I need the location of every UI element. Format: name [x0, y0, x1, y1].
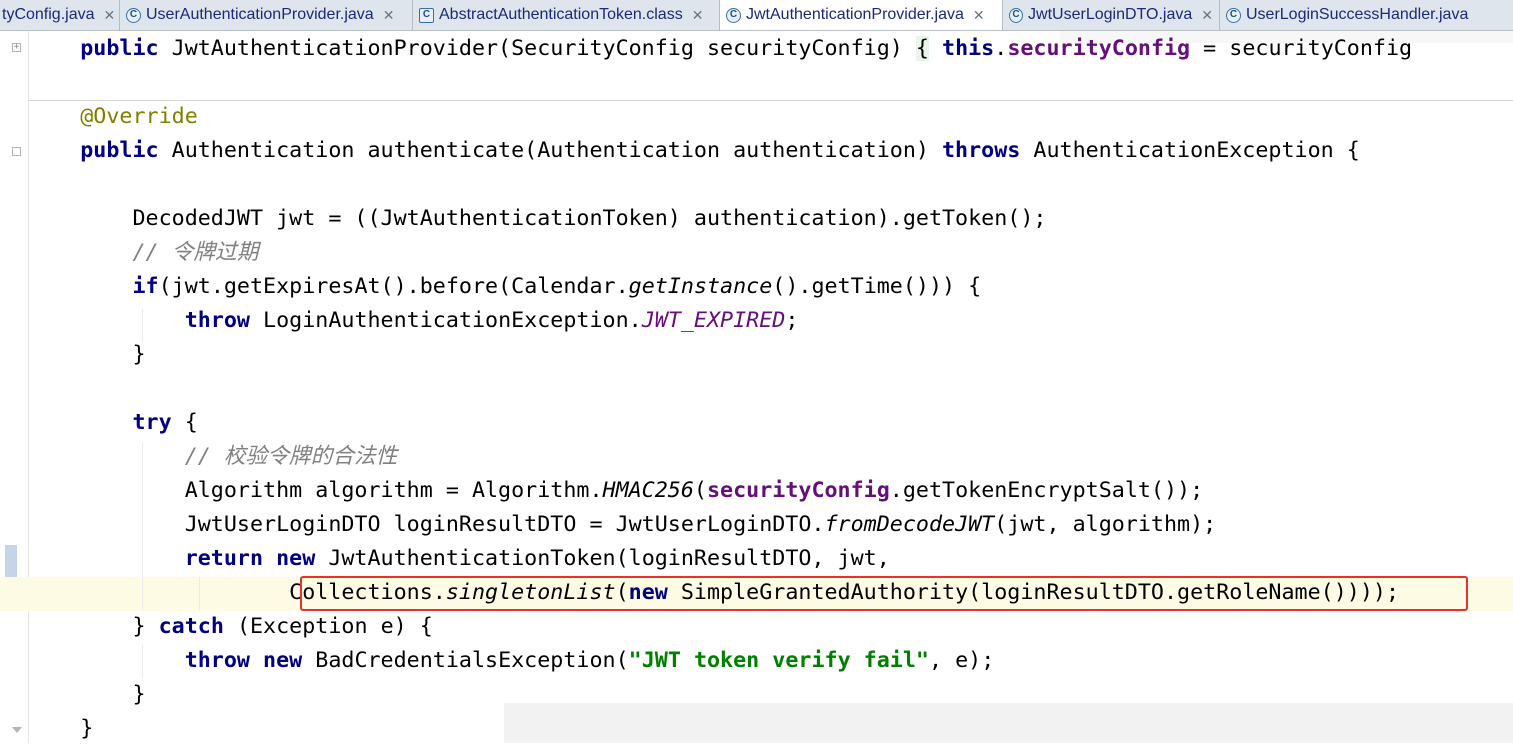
close-icon[interactable]: ✕: [383, 7, 395, 24]
close-icon[interactable]: ✕: [104, 7, 116, 24]
code-line-close-catch[interactable]: }: [28, 678, 145, 712]
code-line-close-method[interactable]: }: [28, 712, 93, 746]
code-line-decode-jwt[interactable]: DecodedJWT jwt = ((JwtAuthenticationToke…: [28, 202, 1046, 236]
code-line-if-expired[interactable]: if(jwt.getExpiresAt().before(Calendar.ge…: [28, 270, 981, 304]
code-line-login-result[interactable]: JwtUserLoginDTO loginResultDTO = JwtUser…: [28, 508, 1217, 542]
code-line-throw-expired[interactable]: throw LoginAuthenticationException.JWT_E…: [28, 304, 799, 338]
tab-label: tyConfig.java: [2, 6, 95, 23]
code-line-singleton-list[interactable]: Collections.singletonList(new SimpleGran…: [28, 576, 1399, 610]
editor-tab-bar: tyConfig.java ✕ C UserAuthenticationProv…: [0, 0, 1513, 31]
code-line-try[interactable]: try {: [28, 406, 197, 440]
fold-collapse-icon[interactable]: [12, 147, 21, 156]
close-icon[interactable]: ✕: [973, 7, 985, 24]
tab-security-config[interactable]: tyConfig.java ✕: [0, 0, 120, 30]
code-line-throw-bad-credentials[interactable]: throw new BadCredentialsException("JWT t…: [28, 644, 995, 678]
class-file-icon: C: [126, 7, 141, 23]
code-line-catch[interactable]: } catch (Exception e) {: [28, 610, 432, 644]
code-line-annotation[interactable]: @Override: [28, 100, 198, 134]
obscured-region: [504, 703, 1513, 743]
code-line-comment-verify[interactable]: // 校验令牌的合法性: [28, 440, 398, 474]
class-file-icon: C: [1009, 7, 1024, 23]
code-line-comment-expired[interactable]: // 令牌过期: [28, 236, 258, 270]
code-line-close-if[interactable]: }: [28, 338, 145, 372]
tab-user-authentication-provider[interactable]: C UserAuthenticationProvider.java ✕: [120, 0, 413, 30]
close-icon[interactable]: ✕: [1201, 7, 1213, 24]
fold-expand-icon[interactable]: +: [12, 43, 21, 52]
tab-label: UserLoginSuccessHandler.java: [1246, 6, 1469, 23]
compiled-class-icon: C: [419, 7, 434, 23]
code-line-algorithm[interactable]: Algorithm algorithm = Algorithm.HMAC256(…: [28, 474, 1203, 508]
tab-jwt-user-login-dto[interactable]: C JwtUserLoginDTO.java ✕: [1003, 0, 1220, 30]
tab-label: AbstractAuthenticationToken.class: [439, 6, 683, 23]
method-separator: [28, 100, 1513, 101]
tab-user-login-success-handler[interactable]: C UserLoginSuccessHandler.java: [1220, 0, 1513, 30]
class-file-icon: C: [726, 7, 741, 23]
code-line-return[interactable]: return new JwtAuthenticationToken(loginR…: [28, 542, 890, 576]
tab-label: UserAuthenticationProvider.java: [146, 6, 374, 23]
tab-abstract-authentication-token[interactable]: C AbstractAuthenticationToken.class ✕: [413, 0, 720, 30]
close-icon[interactable]: ✕: [692, 7, 704, 24]
code-line-method-signature[interactable]: public Authentication authenticate(Authe…: [28, 134, 1360, 168]
editor-gutter: +: [0, 31, 29, 743]
tab-label: JwtAuthenticationProvider.java: [746, 6, 964, 23]
tab-jwt-authentication-provider[interactable]: C JwtAuthenticationProvider.java ✕: [720, 0, 1003, 30]
code-line-constructor[interactable]: public JwtAuthenticationProvider(Securit…: [28, 32, 1412, 66]
class-file-icon: C: [1226, 7, 1241, 23]
fold-end-icon[interactable]: [12, 727, 22, 733]
tab-label: JwtUserLoginDTO.java: [1028, 6, 1193, 23]
